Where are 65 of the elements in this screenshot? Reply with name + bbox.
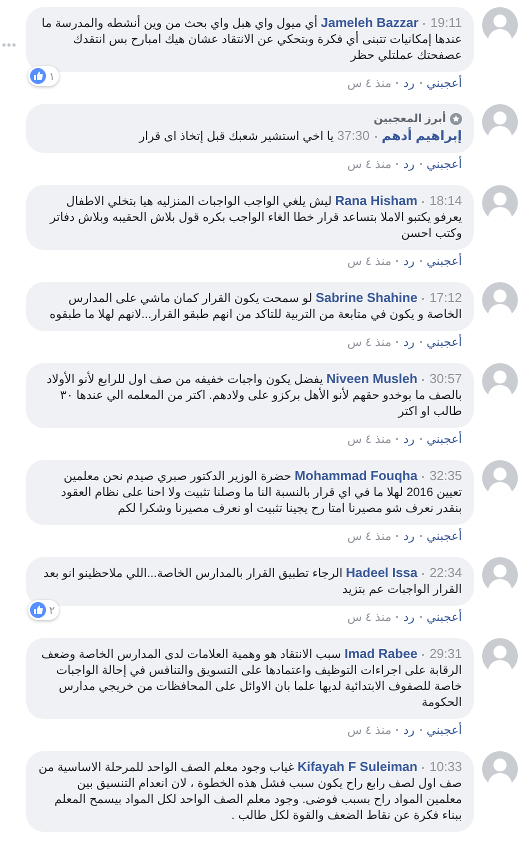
like-link[interactable]: أعجبني — [426, 76, 462, 90]
author-name[interactable]: Mohammad Fouqha — [294, 468, 418, 483]
avatar[interactable] — [482, 104, 518, 140]
top-fan-label: أبرز المعجبين — [374, 112, 446, 125]
avatar[interactable] — [482, 460, 518, 496]
separator-dot — [420, 535, 422, 537]
author-name[interactable]: Kifayah F Suleiman — [298, 759, 418, 774]
like-link[interactable]: أعجبني — [426, 335, 462, 349]
comment-age: منذ ٤ س — [347, 529, 392, 543]
comment-age: منذ ٤ س — [347, 254, 392, 268]
like-link[interactable]: أعجبني — [426, 723, 462, 737]
avatar[interactable] — [482, 282, 518, 318]
avatar[interactable] — [482, 557, 518, 593]
author-name[interactable]: Rana Hisham — [335, 193, 418, 208]
author-name[interactable]: Imad Rabee — [344, 646, 418, 661]
reply-link[interactable]: رد — [403, 529, 415, 543]
comment-age: منذ ٤ س — [347, 335, 392, 349]
separator-dot — [396, 616, 398, 618]
reaction-count: ١ — [49, 70, 55, 82]
avatar[interactable] — [482, 7, 518, 43]
separator-dot — [420, 82, 422, 84]
like-link[interactable]: أعجبني — [426, 157, 462, 171]
separator-dot — [420, 163, 422, 165]
separator-dot — [396, 438, 398, 440]
separator-dot — [420, 260, 422, 262]
separator-dot — [420, 341, 422, 343]
separator-dot — [396, 341, 398, 343]
more-options-icon[interactable] — [2, 43, 16, 47]
reply-link[interactable]: رد — [403, 610, 415, 624]
author-name[interactable]: Niveen Musleh — [326, 371, 418, 386]
comment-age: منذ ٤ س — [347, 610, 392, 624]
like-link[interactable]: أعجبني — [426, 254, 462, 268]
star-icon — [450, 112, 462, 124]
separator-dot — [420, 616, 422, 618]
avatar[interactable] — [482, 363, 518, 399]
reply-link[interactable]: رد — [403, 432, 415, 446]
avatar[interactable] — [482, 185, 518, 221]
separator-dot — [420, 438, 422, 440]
author-name[interactable]: Jameleh Bazzar — [320, 15, 418, 30]
thumbs-up-icon — [30, 68, 46, 84]
avatar[interactable] — [482, 638, 518, 674]
comment-age: منذ ٤ س — [347, 723, 392, 737]
like-link[interactable]: أعجبني — [426, 529, 462, 543]
comment-age: منذ ٤ س — [347, 432, 392, 446]
reply-link[interactable]: رد — [403, 335, 415, 349]
separator-dot — [396, 260, 398, 262]
author-name[interactable]: Sabrine Shahine — [316, 290, 418, 305]
reply-link[interactable]: رد — [403, 723, 415, 737]
separator-dot — [396, 729, 398, 731]
separator-dot — [396, 82, 398, 84]
reply-link[interactable]: رد — [403, 254, 415, 268]
comment-age: منذ ٤ س — [347, 76, 392, 90]
author-name[interactable]: إبراهيم أدهم — [382, 128, 462, 143]
reaction-count: ٢ — [49, 604, 55, 616]
comment-age: منذ ٤ س — [347, 157, 392, 171]
like-link[interactable]: أعجبني — [426, 610, 462, 624]
thumbs-up-icon — [30, 602, 46, 618]
author-name[interactable]: Hadeel Issa — [346, 565, 418, 580]
separator-dot — [396, 535, 398, 537]
reply-link[interactable]: رد — [403, 157, 415, 171]
separator-dot — [420, 729, 422, 731]
like-link[interactable]: أعجبني — [426, 432, 462, 446]
reply-link[interactable]: رد — [403, 76, 415, 90]
avatar[interactable] — [482, 751, 518, 787]
separator-dot — [396, 163, 398, 165]
